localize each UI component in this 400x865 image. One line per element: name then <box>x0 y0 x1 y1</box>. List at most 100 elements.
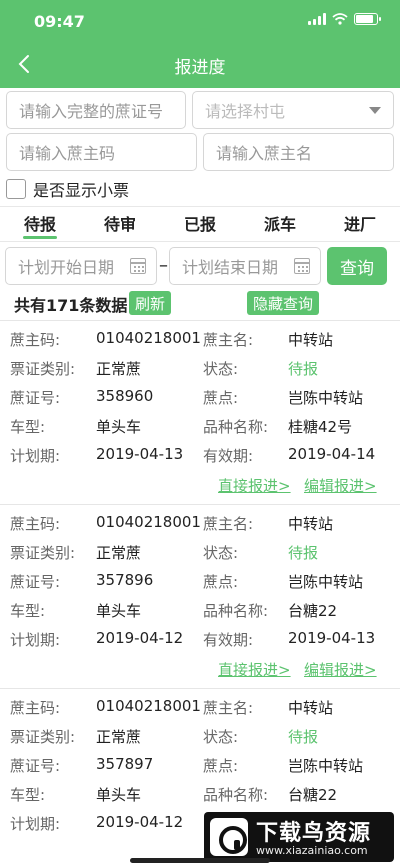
ticket-type-label: 票证类别: <box>10 360 76 378</box>
end-date-placeholder: 计划结束日期 <box>182 258 279 277</box>
vehicle-label: 车型: <box>10 418 46 436</box>
point-label: 蔗点: <box>203 389 239 407</box>
tab-pending-review[interactable]: 待审 <box>80 207 160 241</box>
point-value: 岂陈中转站 <box>288 573 364 591</box>
page-title: 报进度 <box>174 58 226 78</box>
variety-value: 台糖22 <box>288 786 338 804</box>
valid-date-value: 2019-04-13 <box>288 629 376 647</box>
home-indicator[interactable] <box>130 858 270 863</box>
divider <box>0 688 400 689</box>
signal-icon <box>308 13 326 25</box>
variety-label: 品种名称: <box>203 602 269 620</box>
record-row: 计划期: 2019-04-13 有效期: 2019-04-14 <box>0 445 400 474</box>
direct-report-link[interactable]: 直接报进> <box>218 659 291 680</box>
watermark-title: 下载鸟资源 <box>256 821 372 846</box>
grower-code-label: 蔗主码: <box>10 515 61 533</box>
variety-value: 桂糖42号 <box>288 418 353 436</box>
wifi-icon <box>332 13 348 25</box>
tab-pending-report[interactable]: 待报 <box>0 207 80 241</box>
edit-report-link[interactable]: 编辑报进> <box>304 475 377 496</box>
show-ticket-label: 是否显示小票 <box>33 181 130 200</box>
ticket-type-label: 票证类别: <box>10 544 76 562</box>
vehicle-value: 单头车 <box>96 418 142 436</box>
end-date-input[interactable]: 计划结束日期 <box>169 247 321 285</box>
show-ticket-checkbox[interactable] <box>6 179 26 199</box>
edit-report-link[interactable]: 编辑报进> <box>304 659 377 680</box>
ticket-type-label: 票证类别: <box>10 728 76 746</box>
variety-label: 品种名称: <box>203 418 269 436</box>
status-tabs: 待报 待审 已报 派车 进厂 <box>0 206 400 242</box>
cert-number-placeholder: 请输入完整的蔗证号 <box>19 102 164 121</box>
query-button[interactable]: 查询 <box>327 247 387 285</box>
valid-date-label: 有效期: <box>203 447 254 465</box>
status-badge: 待报 <box>288 360 319 378</box>
valid-date-value: 2019-04-14 <box>288 445 376 463</box>
bird-logo-icon <box>210 818 248 856</box>
grower-code-input[interactable]: 请输入蔗主码 <box>6 133 197 171</box>
hide-query-button[interactable]: 隐藏查询 <box>247 291 320 315</box>
vehicle-label: 车型: <box>10 602 46 620</box>
grower-name-value: 中转站 <box>288 699 334 717</box>
grower-name-placeholder: 请输入蔗主名 <box>216 144 313 163</box>
point-label: 蔗点: <box>203 573 239 591</box>
nav-bar: 报进度 <box>0 44 400 84</box>
record-row: 车型: 单头车 品种名称: 台糖22 <box>0 784 400 813</box>
record-actions: 直接报进> 编辑报进> <box>0 475 400 497</box>
calendar-icon[interactable] <box>130 258 146 274</box>
status-badge: 待报 <box>288 728 319 746</box>
status-label: 状态: <box>203 360 239 378</box>
watermark-logo: 下载鸟资源 www.xiazainiao.com <box>204 812 394 862</box>
tab-reported[interactable]: 已报 <box>160 207 240 241</box>
grower-code-label: 蔗主码: <box>10 699 61 717</box>
plan-date-label: 计划期: <box>10 815 61 833</box>
record-row: 车型: 单头车 品种名称: 桂糖42号 <box>0 416 400 445</box>
start-date-placeholder: 计划开始日期 <box>18 258 115 277</box>
plan-date-value: 2019-04-12 <box>96 813 184 831</box>
date-separator: – <box>159 255 168 276</box>
point-value: 岂陈中转站 <box>288 757 364 775</box>
start-date-input[interactable]: 计划开始日期 <box>5 247 157 285</box>
record-row: 蔗证号: 358960 蔗点: 岂陈中转站 <box>0 387 400 416</box>
tab-dispatch[interactable]: 派车 <box>240 207 320 241</box>
status-icons <box>308 13 381 25</box>
cert-no-label: 蔗证号: <box>10 757 61 775</box>
divider <box>0 320 400 321</box>
ticket-type-value: 正常蔗 <box>96 544 142 562</box>
grower-name-value: 中转站 <box>288 515 334 533</box>
status-label: 状态: <box>203 544 239 562</box>
grower-name-label: 蔗主名: <box>203 331 254 349</box>
cert-number-input[interactable]: 请输入完整的蔗证号 <box>6 91 186 129</box>
tab-entered[interactable]: 进厂 <box>320 207 400 241</box>
record-actions: 直接报进> 编辑报进> <box>0 659 400 681</box>
record-card: 蔗主码: 01040218001 蔗主名: 中转站 票证类别: 正常蔗 状态: … <box>0 329 400 513</box>
app-header: 09:47 报进度 <box>0 0 400 88</box>
vehicle-value: 单头车 <box>96 602 142 620</box>
record-row: 票证类别: 正常蔗 状态: 待报 <box>0 358 400 387</box>
refresh-button[interactable]: 刷新 <box>129 291 172 315</box>
grower-code-value: 01040218001 <box>96 513 201 531</box>
record-row: 蔗证号: 357896 蔗点: 岂陈中转站 <box>0 571 400 600</box>
calendar-icon[interactable] <box>294 258 310 274</box>
cert-no-value: 357897 <box>96 755 154 773</box>
village-select[interactable]: 请选择村屯 <box>192 91 394 129</box>
watermark-url: www.xiazainiao.com <box>256 844 368 857</box>
record-row: 票证类别: 正常蔗 状态: 待报 <box>0 542 400 571</box>
vehicle-value: 单头车 <box>96 786 142 804</box>
status-bar: 09:47 <box>0 0 400 40</box>
cert-no-label: 蔗证号: <box>10 573 61 591</box>
divider <box>0 504 400 505</box>
record-row: 蔗证号: 357897 蔗点: 岂陈中转站 <box>0 755 400 784</box>
grower-name-label: 蔗主名: <box>203 699 254 717</box>
record-row: 票证类别: 正常蔗 状态: 待报 <box>0 726 400 755</box>
caret-down-icon <box>369 107 381 114</box>
village-placeholder: 请选择村屯 <box>205 102 286 121</box>
record-card: 蔗主码: 01040218001 蔗主名: 中转站 票证类别: 正常蔗 状态: … <box>0 513 400 697</box>
vehicle-label: 车型: <box>10 786 46 804</box>
plan-date-value: 2019-04-13 <box>96 445 184 463</box>
grower-name-input[interactable]: 请输入蔗主名 <box>203 133 394 171</box>
grower-name-label: 蔗主名: <box>203 515 254 533</box>
status-label: 状态: <box>203 728 239 746</box>
variety-value: 台糖22 <box>288 602 338 620</box>
grower-name-value: 中转站 <box>288 331 334 349</box>
direct-report-link[interactable]: 直接报进> <box>218 475 291 496</box>
